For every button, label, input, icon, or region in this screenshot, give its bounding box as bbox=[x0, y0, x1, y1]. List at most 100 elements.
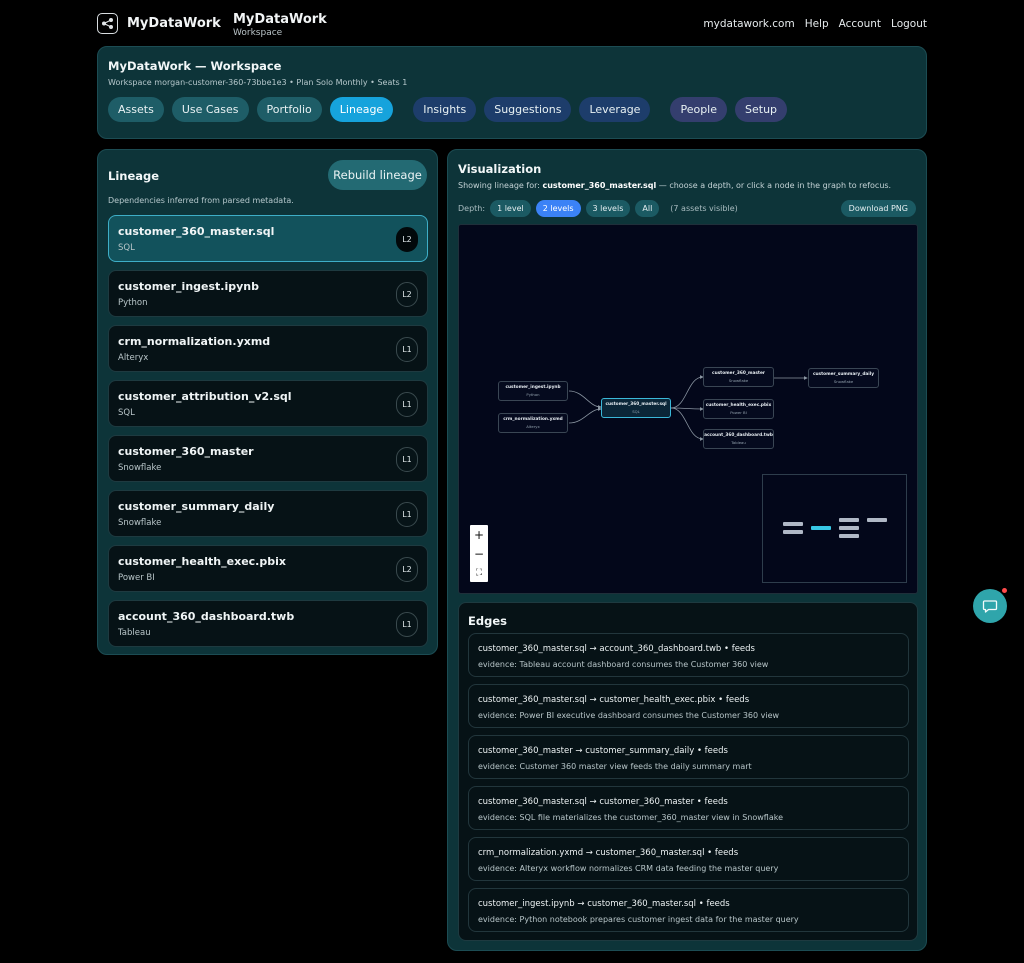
tab-leverage[interactable]: Leverage bbox=[579, 97, 651, 122]
fit-view-button[interactable]: ⛶ bbox=[470, 563, 488, 582]
asset-type: Tableau bbox=[118, 628, 151, 638]
level-badge: L1 bbox=[396, 612, 418, 637]
workspace-tabs: Assets Use Cases Portfolio Lineage Insig… bbox=[108, 97, 795, 122]
tab-people[interactable]: People bbox=[670, 97, 727, 122]
edge-item[interactable]: customer_360_master.sql → customer_healt… bbox=[468, 684, 909, 728]
level-badge: L1 bbox=[396, 502, 418, 527]
download-png-button[interactable]: Download PNG bbox=[840, 200, 916, 217]
level-badge: L1 bbox=[396, 447, 418, 472]
graph-node[interactable]: crm_normalization.yxmd Alteryx bbox=[498, 413, 568, 433]
level-badge: L1 bbox=[396, 337, 418, 362]
level-badge: L2 bbox=[396, 227, 418, 252]
visible-assets-count: (7 assets visible) bbox=[670, 204, 738, 213]
graph-node-type: Power BI bbox=[730, 410, 747, 415]
depth-all-button[interactable]: All bbox=[635, 200, 660, 217]
depth-label: Depth: bbox=[458, 204, 486, 213]
edges-panel: Edges customer_360_master.sql → account_… bbox=[458, 602, 918, 941]
asset-name: customer_ingest.ipynb bbox=[118, 280, 260, 293]
zoom-out-button[interactable]: − bbox=[470, 544, 488, 563]
asset-type: Python bbox=[118, 298, 148, 308]
graph-node[interactable]: customer_ingest.ipynb Python bbox=[498, 381, 568, 401]
nav-link-site[interactable]: mydatawork.com bbox=[703, 18, 794, 30]
tab-setup[interactable]: Setup bbox=[735, 97, 788, 122]
brand-logo[interactable]: MyDataWork bbox=[97, 13, 221, 34]
asset-type: SQL bbox=[118, 243, 135, 253]
visualization-subtitle: Showing lineage for: customer_360_master… bbox=[458, 181, 891, 190]
app-title: MyDataWork Workspace bbox=[233, 12, 327, 39]
graph-node[interactable]: customer_summary_daily Snowflake bbox=[808, 368, 879, 388]
asset-item[interactable]: customer_attribution_v2.sql SQL L1 bbox=[108, 380, 428, 427]
subtitle-prefix: Showing lineage for: bbox=[458, 181, 540, 190]
asset-item[interactable]: customer_summary_daily Snowflake L1 bbox=[108, 490, 428, 537]
workspace-subtitle: Workspace morgan-customer-360-73bbe1e3 •… bbox=[108, 78, 408, 87]
edge-item[interactable]: customer_ingest.ipynb → customer_360_mas… bbox=[468, 888, 909, 932]
graph-node-type: Python bbox=[526, 392, 540, 397]
minimap-node bbox=[839, 526, 859, 530]
minimap-node bbox=[783, 522, 803, 526]
asset-item[interactable]: customer_ingest.ipynb Python L2 bbox=[108, 270, 428, 317]
graph-node-selected[interactable]: customer_360_master.sql SQL bbox=[601, 398, 671, 418]
lineage-description: Dependencies inferred from parsed metada… bbox=[108, 196, 294, 205]
asset-item[interactable]: account_360_dashboard.twb Tableau L1 bbox=[108, 600, 428, 647]
asset-type: Snowflake bbox=[118, 463, 162, 473]
graph-node-type: Tableau bbox=[731, 440, 746, 445]
asset-name: customer_summary_daily bbox=[118, 500, 275, 513]
asset-item[interactable]: customer_360_master Snowflake L1 bbox=[108, 435, 428, 482]
edge-relation: customer_360_master.sql → account_360_da… bbox=[478, 644, 755, 654]
edge-item[interactable]: customer_360_master.sql → account_360_da… bbox=[468, 633, 909, 677]
depth-3-levels-button[interactable]: 3 levels bbox=[585, 200, 631, 217]
graph-node-name: customer_ingest.ipynb bbox=[505, 385, 561, 390]
edge-item[interactable]: crm_normalization.yxmd → customer_360_ma… bbox=[468, 837, 909, 881]
nav-link-logout[interactable]: Logout bbox=[891, 18, 927, 30]
edge-relation: crm_normalization.yxmd → customer_360_ma… bbox=[478, 848, 739, 858]
chat-button[interactable] bbox=[973, 589, 1007, 623]
asset-type: SQL bbox=[118, 408, 135, 418]
graph-node[interactable]: customer_health_exec.pbix Power BI bbox=[703, 399, 774, 419]
workspace-header: MyDataWork — Workspace Workspace morgan-… bbox=[97, 46, 927, 139]
tab-portfolio[interactable]: Portfolio bbox=[256, 97, 322, 122]
graph-minimap[interactable] bbox=[762, 474, 907, 583]
tab-assets[interactable]: Assets bbox=[108, 97, 164, 122]
graph-node-name: customer_360_master.sql bbox=[605, 402, 667, 407]
graph-node-name: customer_360_master bbox=[712, 371, 765, 376]
edge-evidence: evidence: Power BI executive dashboard c… bbox=[478, 711, 780, 720]
visualization-panel: Visualization Showing lineage for: custo… bbox=[447, 149, 927, 951]
minimap-node bbox=[839, 518, 859, 522]
asset-item[interactable]: customer_health_exec.pbix Power BI L2 bbox=[108, 545, 428, 592]
app-title-text: MyDataWork bbox=[233, 12, 327, 27]
notification-dot bbox=[1002, 588, 1007, 593]
edge-evidence: evidence: Tableau account dashboard cons… bbox=[478, 660, 769, 669]
edge-evidence: evidence: Python notebook prepares custo… bbox=[478, 915, 799, 924]
asset-name: customer_360_master bbox=[118, 445, 254, 458]
tab-insights[interactable]: Insights bbox=[413, 97, 477, 122]
chat-bubble-icon bbox=[982, 600, 998, 613]
visualization-title: Visualization bbox=[458, 162, 542, 176]
depth-2-levels-button[interactable]: 2 levels bbox=[535, 200, 581, 217]
depth-1-level-button[interactable]: 1 level bbox=[490, 200, 531, 217]
graph-node[interactable]: account_360_dashboard.twb Tableau bbox=[703, 429, 774, 449]
edge-relation: customer_360_master → customer_summary_d… bbox=[478, 746, 728, 756]
zoom-in-button[interactable]: + bbox=[470, 525, 488, 544]
edge-item[interactable]: customer_360_master → customer_summary_d… bbox=[468, 735, 909, 779]
asset-name: customer_360_master.sql bbox=[118, 225, 275, 238]
lineage-graph[interactable]: customer_ingest.ipynb Python crm_normali… bbox=[458, 224, 918, 594]
minimap-node-selected bbox=[811, 526, 831, 530]
app-subtitle: Workspace bbox=[233, 28, 283, 38]
graph-node-type: Snowflake bbox=[728, 378, 749, 383]
asset-name: crm_normalization.yxmd bbox=[118, 335, 271, 348]
tab-use-cases[interactable]: Use Cases bbox=[171, 97, 249, 122]
edge-evidence: evidence: Customer 360 master view feeds… bbox=[478, 762, 752, 771]
nav-link-account[interactable]: Account bbox=[839, 18, 881, 30]
rebuild-lineage-button[interactable]: Rebuild lineage bbox=[328, 160, 427, 190]
tab-lineage[interactable]: Lineage bbox=[329, 97, 394, 122]
graph-node-type: Snowflake bbox=[833, 379, 854, 384]
graph-node[interactable]: customer_360_master Snowflake bbox=[703, 367, 774, 387]
asset-item[interactable]: customer_360_master.sql SQL L2 bbox=[108, 215, 428, 262]
subtitle-asset: customer_360_master.sql bbox=[542, 181, 657, 190]
tab-suggestions[interactable]: Suggestions bbox=[484, 97, 572, 122]
graph-node-type: SQL bbox=[632, 409, 640, 414]
edge-item[interactable]: customer_360_master.sql → customer_360_m… bbox=[468, 786, 909, 830]
edge-evidence: evidence: SQL file materializes the cust… bbox=[478, 813, 784, 822]
asset-item[interactable]: crm_normalization.yxmd Alteryx L1 bbox=[108, 325, 428, 372]
nav-link-help[interactable]: Help bbox=[805, 18, 829, 30]
